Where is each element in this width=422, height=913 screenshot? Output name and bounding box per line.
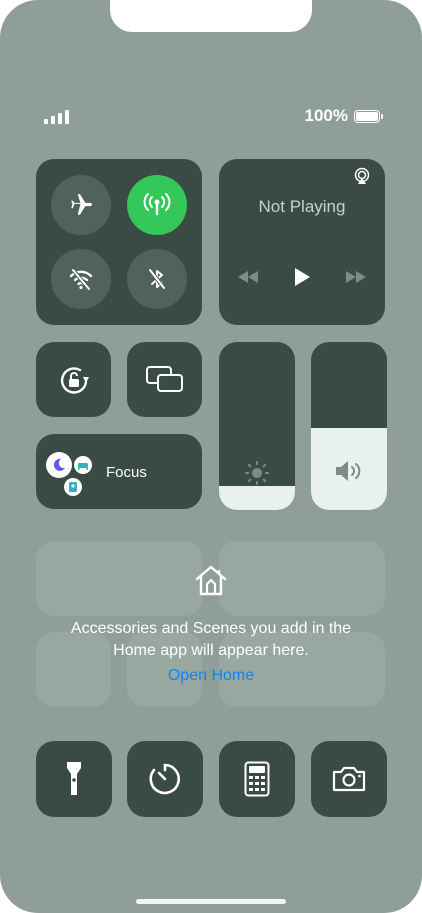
volume-slider[interactable] xyxy=(311,342,387,510)
focus-button[interactable]: Focus xyxy=(36,434,202,509)
camera-icon xyxy=(332,766,366,792)
bluetooth-off-icon xyxy=(148,268,166,290)
fast-forward-icon[interactable] xyxy=(345,270,367,284)
home-empty-message: Accessories and Scenes you add in the Ho… xyxy=(0,618,422,662)
rotation-lock-icon xyxy=(60,367,89,394)
bed-icon xyxy=(74,456,92,474)
now-playing-title: Not Playing xyxy=(258,197,346,216)
speaker-icon xyxy=(311,458,387,484)
timer-icon xyxy=(149,763,181,795)
antenna-icon xyxy=(143,193,171,216)
airplane-mode-toggle[interactable] xyxy=(51,175,111,235)
orientation-lock-button[interactable] xyxy=(36,342,111,417)
airplane-icon xyxy=(71,194,92,215)
status-bar: 100% xyxy=(0,106,422,128)
calculator-button[interactable] xyxy=(219,741,295,817)
focus-label: Focus xyxy=(106,464,147,481)
person-badge-icon xyxy=(64,478,82,496)
battery-icon xyxy=(354,109,383,123)
timer-button[interactable] xyxy=(127,741,203,817)
connectivity-panel xyxy=(36,159,202,325)
wifi-toggle[interactable] xyxy=(51,249,111,309)
rewind-icon[interactable] xyxy=(237,270,259,284)
home-indicator[interactable] xyxy=(136,899,286,904)
battery-percent: 100% xyxy=(304,106,348,125)
open-home-link[interactable]: Open Home xyxy=(0,667,422,685)
airplay-icon xyxy=(354,167,370,184)
home-placeholder-tile xyxy=(219,541,385,616)
bluetooth-toggle[interactable] xyxy=(127,249,187,309)
airplay-button[interactable] xyxy=(353,167,371,190)
brightness-level xyxy=(219,486,295,510)
sun-icon xyxy=(219,460,295,486)
battery-status: 100% xyxy=(304,106,383,126)
flashlight-icon xyxy=(67,762,81,795)
brightness-slider[interactable] xyxy=(219,342,295,510)
calculator-icon xyxy=(244,761,270,797)
control-center: 100% Not Playing Focus Accessories and S… xyxy=(0,0,422,913)
flashlight-button[interactable] xyxy=(36,741,112,817)
play-icon[interactable] xyxy=(293,267,311,287)
media-controls xyxy=(219,267,385,287)
screen-mirroring-button[interactable] xyxy=(127,342,202,417)
home-message-line-2: Home app will appear here. xyxy=(113,642,309,659)
home-placeholder-tile xyxy=(36,541,202,616)
home-message-line-1: Accessories and Scenes you add in the xyxy=(70,620,352,637)
home-icon xyxy=(195,565,227,596)
wifi-off-icon xyxy=(69,268,93,291)
cellular-data-toggle[interactable] xyxy=(127,175,187,235)
notch xyxy=(110,0,312,32)
now-playing-panel[interactable]: Not Playing xyxy=(219,159,385,325)
camera-button[interactable] xyxy=(311,741,387,817)
moon-icon xyxy=(46,452,72,478)
cellular-signal-icon xyxy=(44,110,69,124)
screen-mirroring-icon xyxy=(146,366,183,392)
